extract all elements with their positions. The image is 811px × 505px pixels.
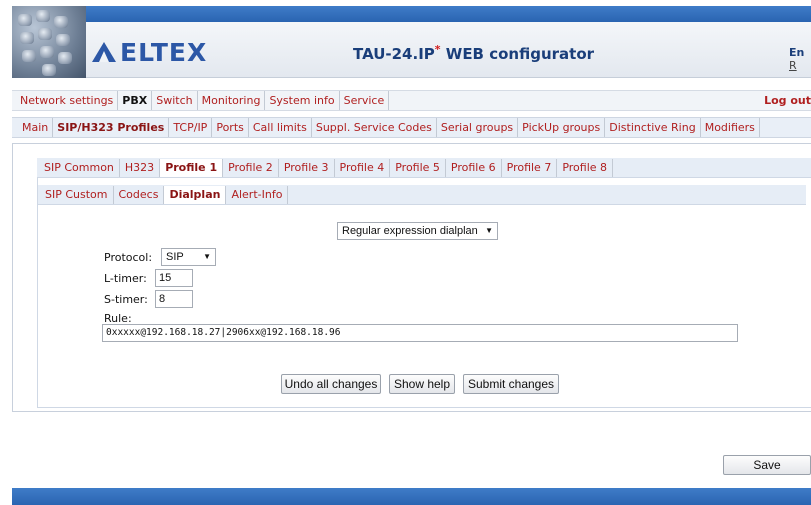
app-title: TAU-24.IP* WEB configurator bbox=[353, 43, 595, 63]
submenu-sip-h323-profiles[interactable]: SIP/H323 Profiles bbox=[53, 118, 170, 137]
pbx-submenu: Main SIP/H323 Profiles TCP/IP Ports Call… bbox=[12, 117, 811, 138]
header: ELTEX TAU-24.IP* WEB configurator En R bbox=[0, 0, 811, 80]
submenu-call-limits[interactable]: Call limits bbox=[249, 118, 312, 137]
tab-profile-7[interactable]: Profile 7 bbox=[502, 158, 558, 177]
lang-ru-link[interactable]: R bbox=[789, 59, 797, 72]
profile-subtabs: SIP Custom Codecs Dialplan Alert-Info bbox=[38, 185, 806, 205]
submenu-serial-groups[interactable]: Serial groups bbox=[437, 118, 519, 137]
submenu-modifiers[interactable]: Modifiers bbox=[701, 118, 760, 137]
tab-profile-4[interactable]: Profile 4 bbox=[335, 158, 391, 177]
lang-en-link[interactable]: En bbox=[789, 46, 804, 59]
menu-pbx[interactable]: PBX bbox=[118, 91, 153, 110]
s-timer-input[interactable]: 8 bbox=[155, 290, 193, 308]
logo-text: ELTEX bbox=[120, 38, 208, 67]
menu-switch[interactable]: Switch bbox=[152, 91, 198, 110]
submenu-main[interactable]: Main bbox=[12, 118, 54, 137]
tab-sip-common[interactable]: SIP Common bbox=[37, 158, 120, 177]
submenu-tcp-ip[interactable]: TCP/IP bbox=[169, 118, 213, 137]
header-band bbox=[12, 6, 811, 22]
language-switch: En R bbox=[789, 46, 811, 72]
submenu-distinctive-ring[interactable]: Distinctive Ring bbox=[605, 118, 701, 137]
tab-profile-6[interactable]: Profile 6 bbox=[446, 158, 502, 177]
dialplan-mode-value: Regular expression dialplan bbox=[342, 225, 478, 237]
tab-profile-3[interactable]: Profile 3 bbox=[279, 158, 335, 177]
save-button[interactable]: Save bbox=[723, 455, 811, 475]
submenu-ports[interactable]: Ports bbox=[212, 118, 249, 137]
profile-tabs: SIP Common H323 Profile 1 Profile 2 Prof… bbox=[37, 158, 811, 178]
protocol-label: Protocol: bbox=[104, 251, 153, 264]
submenu-pickup-groups[interactable]: PickUp groups bbox=[518, 118, 606, 137]
menu-system-info[interactable]: System info bbox=[265, 91, 340, 110]
chevron-down-icon: ▼ bbox=[485, 226, 493, 235]
l-timer-input[interactable]: 15 bbox=[155, 269, 193, 287]
show-help-button[interactable]: Show help bbox=[389, 374, 455, 394]
eltex-logo: ELTEX bbox=[92, 38, 207, 67]
logout-link[interactable]: Log out bbox=[764, 91, 811, 110]
tab-profile-1[interactable]: Profile 1 bbox=[160, 158, 224, 177]
main-menu: Network settings PBX Switch Monitoring S… bbox=[12, 90, 811, 111]
logo-mark-icon bbox=[92, 41, 116, 64]
tab-h323[interactable]: H323 bbox=[120, 158, 161, 177]
dialplan-mode-select[interactable]: Regular expression dialplan ▼ bbox=[337, 222, 498, 240]
tab-profile-5[interactable]: Profile 5 bbox=[390, 158, 446, 177]
keypad-photo bbox=[12, 6, 86, 78]
tab-profile-8[interactable]: Profile 8 bbox=[557, 158, 614, 177]
submenu-suppl-service-codes[interactable]: Suppl. Service Codes bbox=[312, 118, 437, 137]
protocol-value: SIP bbox=[166, 251, 184, 263]
submit-changes-button[interactable]: Submit changes bbox=[463, 374, 559, 394]
tab-profile-2[interactable]: Profile 2 bbox=[223, 158, 279, 177]
tab-sip-custom[interactable]: SIP Custom bbox=[38, 185, 114, 204]
menu-monitoring[interactable]: Monitoring bbox=[198, 91, 266, 110]
tab-alert-info[interactable]: Alert-Info bbox=[226, 185, 289, 204]
chevron-down-icon: ▼ bbox=[203, 252, 211, 261]
protocol-select[interactable]: SIP ▼ bbox=[161, 248, 216, 266]
s-timer-label: S-timer: bbox=[104, 293, 148, 306]
rule-input[interactable]: 0xxxxx@192.168.18.27|2906xx@192.168.18.9… bbox=[102, 324, 738, 342]
undo-all-changes-button[interactable]: Undo all changes bbox=[281, 374, 381, 394]
footer-band bbox=[12, 488, 811, 505]
tab-codecs[interactable]: Codecs bbox=[114, 185, 165, 204]
menu-service[interactable]: Service bbox=[340, 91, 390, 110]
l-timer-label: L-timer: bbox=[104, 272, 147, 285]
menu-network-settings[interactable]: Network settings bbox=[12, 91, 119, 110]
tab-dialplan[interactable]: Dialplan bbox=[164, 185, 227, 204]
